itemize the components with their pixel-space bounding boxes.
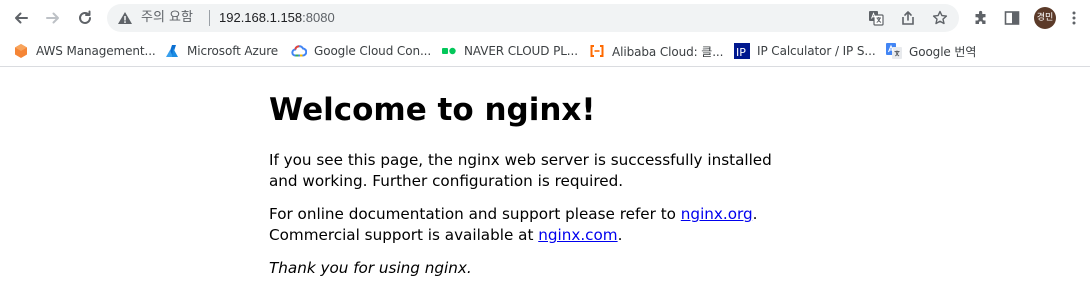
bookmark-star-button[interactable]: [931, 9, 949, 27]
bookmark-label: Google 번역: [909, 44, 977, 59]
bookmark-alibaba-cloud[interactable]: Alibaba Cloud: 클...: [589, 40, 723, 62]
documentation-paragraph: For online documentation and support ple…: [269, 204, 789, 246]
address-bar[interactable]: 주의 요함 192.168.1.158:8080: [107, 4, 959, 32]
bookmark-label: AWS Management...: [36, 44, 156, 58]
reload-button[interactable]: [72, 6, 98, 30]
arrow-right-icon: [46, 12, 59, 24]
profile-avatar[interactable]: 경민: [1034, 7, 1056, 29]
azure-icon: [164, 43, 180, 59]
page-heading: Welcome to nginx!: [269, 92, 596, 128]
reload-icon: [79, 10, 91, 24]
ip-calculator-icon: IP: [734, 43, 750, 59]
punctuation: .: [752, 205, 758, 223]
page-content: Welcome to nginx! If you see this page, …: [269, 68, 789, 277]
bookmark-label: IP Calculator / IP S...: [757, 44, 876, 58]
nginx-com-link[interactable]: nginx.com: [538, 226, 617, 244]
forward-button[interactable]: [40, 6, 66, 30]
bookmark-label: Alibaba Cloud: 클...: [612, 44, 724, 59]
bookmark-azure[interactable]: Microsoft Azure: [164, 40, 278, 62]
bookmark-google-cloud[interactable]: Google Cloud Con...: [291, 40, 431, 62]
thank-you-paragraph: Thank you for using nginx.: [269, 259, 472, 277]
bookmark-aws[interactable]: AWS Management...: [13, 40, 156, 62]
naver-cloud-icon: [441, 43, 457, 59]
bookmark-label: Microsoft Azure: [187, 44, 279, 58]
bookmark-naver-cloud[interactable]: NAVER CLOUD PL...: [441, 40, 578, 62]
bookmark-google-translate[interactable]: Google 번역: [886, 40, 976, 62]
browser-toolbar: 주의 요함 192.168.1.158:8080 경민: [0, 0, 1090, 36]
browser-menu-button[interactable]: [1064, 8, 1084, 28]
bookmark-label: Google Cloud Con...: [314, 44, 432, 58]
alibaba-cloud-icon: [589, 43, 605, 59]
aws-icon: [13, 43, 29, 59]
security-status-label[interactable]: 주의 요함: [141, 10, 193, 26]
kebab-menu-icon: [1072, 11, 1076, 25]
google-cloud-icon: [291, 43, 307, 59]
bookmarks-bar: AWS Management... Microsoft Azure Google…: [0, 36, 1090, 67]
punctuation: .: [617, 226, 623, 244]
url-host: 192.168.1.158: [219, 10, 303, 25]
arrow-left-icon: [15, 12, 28, 24]
back-button[interactable]: [8, 6, 34, 30]
translate-button[interactable]: [867, 9, 885, 27]
warning-triangle-icon[interactable]: [117, 10, 133, 26]
share-button[interactable]: [899, 9, 917, 27]
star-icon: [932, 10, 948, 25]
intro-paragraph: If you see this page, the nginx web serv…: [269, 151, 772, 190]
side-panel-icon: [1004, 11, 1020, 25]
side-panel-button[interactable]: [1002, 8, 1022, 28]
google-translate-icon: [886, 43, 902, 59]
commercial-support-text: Commercial support is available at: [269, 226, 539, 244]
svg-text:IP: IP: [736, 46, 746, 59]
omnibox-divider: [209, 10, 210, 26]
bookmark-ip-calculator[interactable]: IP IP Calculator / IP S...: [734, 40, 876, 62]
puzzle-icon: [975, 10, 985, 24]
share-icon: [902, 11, 914, 25]
translate-icon: [869, 11, 884, 26]
nginx-org-link[interactable]: nginx.org: [681, 205, 753, 223]
url-text[interactable]: 192.168.1.158:8080: [219, 10, 335, 26]
url-port: :8080: [302, 10, 335, 25]
documentation-text: For online documentation and support ple…: [269, 205, 681, 223]
extensions-button[interactable]: [971, 8, 991, 28]
bookmark-label: NAVER CLOUD PL...: [464, 44, 578, 58]
